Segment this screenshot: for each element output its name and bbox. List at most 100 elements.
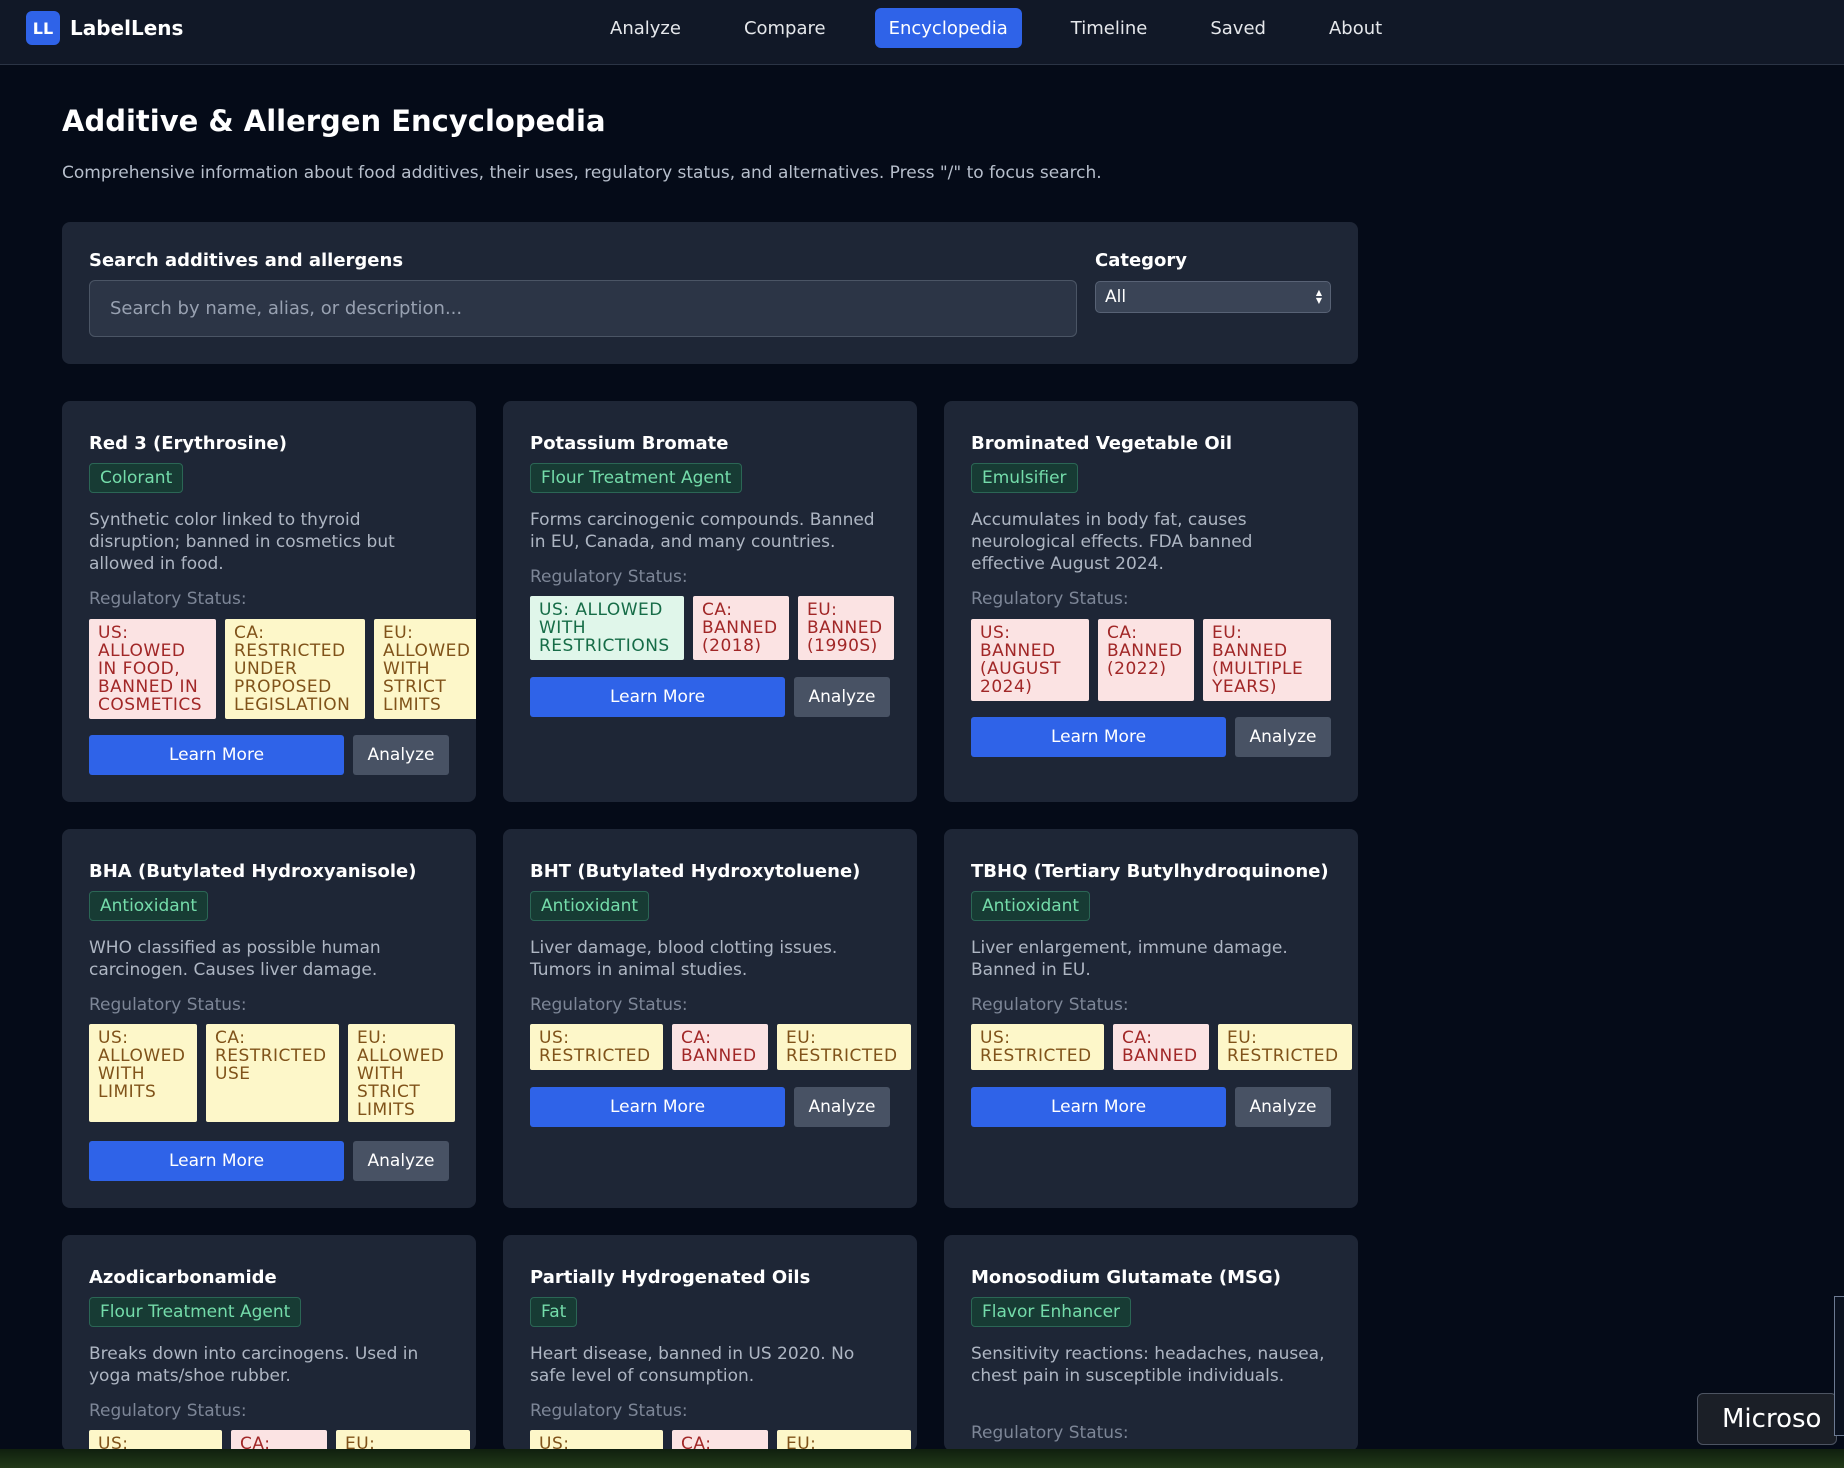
logo-badge: LL — [26, 11, 60, 45]
regulatory-status-label: Regulatory Status: — [89, 995, 247, 1015]
status-badge-ca: CA: RESTRICTED UNDER PROPOSED LEGISLATIO… — [225, 619, 365, 719]
card-description: WHO classified as possible human carcino… — [89, 938, 381, 980]
status-badge-eu: EU: ALLOWED WITH STRICT LIMITS — [348, 1024, 455, 1122]
edge-thumbnail-widget[interactable] — [1834, 1296, 1844, 1436]
category-tag: Flour Treatment Agent — [89, 1297, 302, 1327]
regulatory-badges: US: RESTRICTED CA: BANNED EU: RESTRICTED — [971, 1024, 1361, 1070]
status-badge-eu: EU: BANNED (1990S) — [798, 596, 894, 660]
additive-card: Monosodium Glutamate (MSG) Flavor Enhanc… — [944, 1235, 1358, 1451]
card-title: Azodicarbonamide — [89, 1267, 277, 1288]
status-badge-us: US: — [530, 1430, 663, 1451]
analyze-button[interactable]: Analyze — [1235, 717, 1331, 757]
status-badge-ca: CA: BANNED (2022) — [1098, 619, 1194, 701]
status-badge-eu: EU: — [336, 1430, 470, 1451]
status-badge-eu: EU: RESTRICTED — [1218, 1024, 1352, 1070]
search-input[interactable] — [89, 280, 1077, 337]
additive-card: TBHQ (Tertiary Butylhydroquinone) Antiox… — [944, 829, 1358, 1208]
card-description: Forms carcinogenic compounds. Banned in … — [530, 510, 875, 552]
nav-timeline[interactable]: Timeline — [1057, 8, 1162, 48]
learn-more-button[interactable]: Learn More — [89, 735, 344, 775]
status-badge-us: US: ALLOWED WITH LIMITS — [89, 1024, 197, 1122]
category-label: Category — [1095, 250, 1188, 271]
status-badge-ca: CA: BANNED — [672, 1024, 768, 1070]
notification-toast[interactable]: Microso — [1697, 1393, 1837, 1445]
app-logo[interactable]: LL LabelLens — [26, 11, 183, 45]
card-description: Heart disease, banned in US 2020. No saf… — [530, 1344, 855, 1386]
card-title: TBHQ (Tertiary Butylhydroquinone) — [971, 861, 1329, 882]
additive-card: Red 3 (Erythrosine) Colorant Synthetic c… — [62, 401, 476, 802]
regulatory-badges: US: CA: EU: — [530, 1430, 917, 1451]
additive-card: Partially Hydrogenated Oils Fat Heart di… — [503, 1235, 917, 1451]
card-title: Brominated Vegetable Oil — [971, 433, 1232, 454]
analyze-button[interactable]: Analyze — [353, 735, 449, 775]
status-badge-eu: EU: — [777, 1430, 911, 1451]
category-select[interactable]: All ▲ ▼ — [1095, 281, 1331, 313]
nav-compare[interactable]: Compare — [730, 8, 840, 48]
regulatory-badges: US: RESTRICTED CA: BANNED EU: RESTRICTED — [530, 1024, 917, 1070]
additive-card: Brominated Vegetable Oil Emulsifier Accu… — [944, 401, 1358, 802]
card-description: Sensitivity reactions: headaches, nausea… — [971, 1344, 1325, 1386]
learn-more-button[interactable]: Learn More — [89, 1141, 344, 1181]
nav-analyze[interactable]: Analyze — [596, 8, 695, 48]
analyze-button[interactable]: Analyze — [353, 1141, 449, 1181]
regulatory-badges: US: BANNED (AUGUST 2024) CA: BANNED (202… — [971, 619, 1340, 701]
page-title: Additive & Allergen Encyclopedia — [62, 104, 606, 138]
analyze-button[interactable]: Analyze — [1235, 1087, 1331, 1127]
regulatory-status-label: Regulatory Status: — [89, 1401, 247, 1421]
learn-more-button[interactable]: Learn More — [530, 677, 785, 717]
category-tag: Antioxidant — [971, 891, 1091, 921]
page-subtitle: Comprehensive information about food add… — [62, 163, 1102, 183]
learn-more-button[interactable]: Learn More — [971, 1087, 1226, 1127]
status-badge-eu: EU: BANNED (MULTIPLE YEARS) — [1203, 619, 1331, 701]
regulatory-status-label: Regulatory Status: — [530, 1401, 688, 1421]
status-badge-ca: CA: BANNED (2018) — [693, 596, 789, 660]
category-tag: Colorant — [89, 463, 184, 493]
regulatory-status-label: Regulatory Status: — [89, 589, 247, 609]
analyze-button[interactable]: Analyze — [794, 1087, 890, 1127]
regulatory-status-label: Regulatory Status: — [971, 995, 1129, 1015]
regulatory-badges: US: CA: EU: — [89, 1430, 476, 1451]
category-tag: Antioxidant — [530, 891, 650, 921]
card-title: Red 3 (Erythrosine) — [89, 433, 287, 454]
additive-card-grid: Red 3 (Erythrosine) Colorant Synthetic c… — [62, 401, 1358, 1451]
category-tag: Fat — [530, 1297, 578, 1327]
card-title: BHT (Butylated Hydroxytoluene) — [530, 861, 861, 882]
category-selected-value: All — [1105, 287, 1127, 307]
select-arrows-icon: ▲ ▼ — [1315, 288, 1322, 305]
card-description: Liver damage, blood clotting issues. Tum… — [530, 938, 838, 980]
category-tag: Emulsifier — [971, 463, 1078, 493]
top-navigation-bar: LL LabelLens Analyze Compare Encyclopedi… — [0, 0, 1844, 65]
analyze-button[interactable]: Analyze — [794, 677, 890, 717]
status-badge-ca: CA: — [231, 1430, 327, 1451]
status-badge-us: US: RESTRICTED — [971, 1024, 1104, 1070]
regulatory-badges: US: ALLOWED WITH LIMITS CA: RESTRICTED U… — [89, 1024, 464, 1122]
card-description: Liver enlargement, immune damage. Banned… — [971, 938, 1288, 980]
card-description: Breaks down into carcinogens. Used in yo… — [89, 1344, 419, 1386]
card-title: Potassium Bromate — [530, 433, 729, 454]
additive-card: BHT (Butylated Hydroxytoluene) Antioxida… — [503, 829, 917, 1208]
learn-more-button[interactable]: Learn More — [971, 717, 1226, 757]
additive-card: BHA (Butylated Hydroxyanisole) Antioxida… — [62, 829, 476, 1208]
regulatory-status-label: Regulatory Status: — [971, 589, 1129, 609]
additive-card: Azodicarbonamide Flour Treatment Agent B… — [62, 1235, 476, 1451]
category-tag: Flour Treatment Agent — [530, 463, 743, 493]
main-nav: Analyze Compare Encyclopedia Timeline Sa… — [596, 8, 1431, 48]
regulatory-status-label: Regulatory Status: — [530, 995, 688, 1015]
status-badge-us: US: — [89, 1430, 222, 1451]
status-badge-us: US: ALLOWED IN FOOD, BANNED IN COSMETICS — [89, 619, 216, 719]
nav-about[interactable]: About — [1315, 8, 1396, 48]
search-label: Search additives and allergens — [89, 250, 404, 271]
additive-card: Potassium Bromate Flour Treatment Agent … — [503, 401, 917, 802]
status-badge-us: US: RESTRICTED — [530, 1024, 663, 1070]
learn-more-button[interactable]: Learn More — [530, 1087, 785, 1127]
card-title: Partially Hydrogenated Oils — [530, 1267, 811, 1288]
status-badge-ca: CA: RESTRICTED USE — [206, 1024, 339, 1122]
regulatory-badges: US: ALLOWED WITH RESTRICTIONS CA: BANNED… — [530, 596, 903, 660]
nav-encyclopedia[interactable]: Encyclopedia — [874, 8, 1022, 48]
desktop-background-strip — [0, 1449, 1844, 1468]
regulatory-status-label: Regulatory Status: — [530, 567, 688, 587]
status-badge-ca: CA: BANNED — [1113, 1024, 1209, 1070]
regulatory-badges: US: ALLOWED IN FOOD, BANNED IN COSMETICS… — [89, 619, 476, 719]
nav-saved[interactable]: Saved — [1196, 8, 1280, 48]
status-badge-eu: EU: RESTRICTED — [777, 1024, 911, 1070]
